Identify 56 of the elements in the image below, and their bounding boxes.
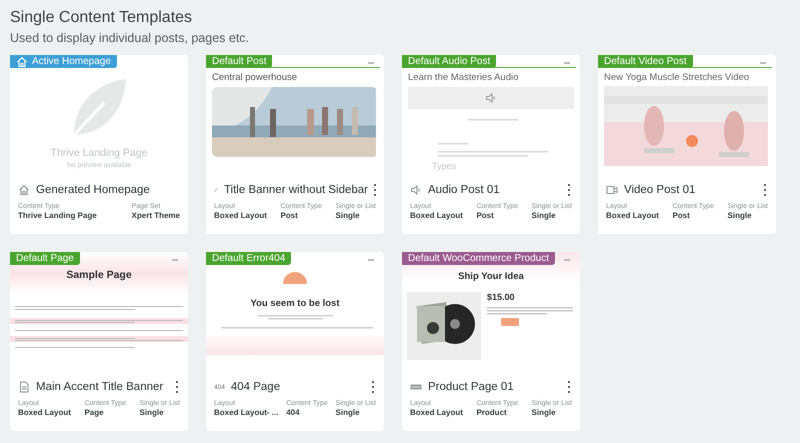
meta-value: Single	[532, 408, 557, 417]
meta-value: Post	[672, 211, 691, 220]
more-options-button[interactable]	[762, 184, 768, 196]
sun-icon	[283, 272, 307, 284]
document-icon	[18, 381, 30, 393]
template-title: Video Post 01	[624, 184, 696, 196]
meta-value: Product	[476, 408, 508, 417]
status-badge: Default Post	[206, 55, 272, 68]
status-badge: Active Homepage	[10, 55, 117, 68]
meta-value: Xpert Theme	[132, 211, 180, 220]
status-badge: Default Page	[10, 252, 80, 265]
meta-value: 404	[286, 408, 301, 417]
meta-value: Boxed Layout	[606, 211, 659, 220]
add-to-cart-drawing	[501, 318, 519, 326]
meta-value: Boxed Layout- ...	[214, 408, 278, 417]
template-title: Product Page 01	[428, 381, 515, 393]
video-camera-icon	[606, 184, 618, 196]
more-options-button[interactable]	[370, 381, 376, 393]
preview-heading: Learn the Masteries Audio	[408, 72, 520, 83]
meta-value: Single	[336, 211, 361, 220]
preview-heading: Ship Your Idea	[458, 271, 524, 282]
template-title: 404 Page	[230, 381, 282, 393]
more-options-button[interactable]	[174, 381, 180, 393]
meta-value: Boxed Layout	[410, 408, 463, 417]
section-title: Single Content Templates	[10, 8, 194, 28]
meta-value: Page	[84, 408, 105, 417]
meta-value: Post	[476, 211, 495, 220]
preview-heading: Sample Page	[66, 269, 132, 281]
template-title: Title Banner without Sidebar	[224, 184, 368, 196]
home-icon	[18, 184, 30, 196]
preview-heading: New Yoga Muscle Stretches Video	[604, 72, 750, 83]
meta-value: Boxed Layout	[214, 211, 267, 220]
preview-price: $15.00	[487, 292, 516, 302]
meta-value: Thrive Landing Page	[18, 211, 97, 220]
more-options-button[interactable]	[566, 381, 572, 393]
meta-value: Single	[140, 408, 165, 417]
status-badge: Default WooCommerce Product	[402, 252, 555, 265]
template-title: Main Accent Title Banner	[36, 381, 164, 393]
more-options-button[interactable]	[566, 184, 572, 196]
template-title: Generated Homepage	[36, 184, 151, 196]
preview-heading: Thrive Landing Page	[50, 147, 148, 159]
template-title: Audio Post 01	[428, 184, 501, 196]
speaker-icon	[410, 184, 422, 196]
status-badge: Default Audio Post	[402, 55, 496, 68]
meta-value: Boxed Layout	[410, 211, 463, 220]
preview-heading: Central powerhouse	[212, 72, 298, 83]
status-badge: Default Error404	[206, 252, 292, 265]
meta-value: Single	[728, 211, 753, 220]
preview-heading: You seem to be lost	[250, 298, 340, 309]
status-badge: Default Video Post	[598, 55, 693, 68]
meta-value: Boxed Layout	[18, 408, 71, 417]
meta-value: Single	[532, 211, 557, 220]
meta-value: Single	[336, 408, 361, 417]
meta-value: Post	[280, 211, 299, 220]
speaker-icon	[485, 92, 497, 104]
section-subtitle: Used to display individual posts, pages etc.	[10, 30, 250, 46]
